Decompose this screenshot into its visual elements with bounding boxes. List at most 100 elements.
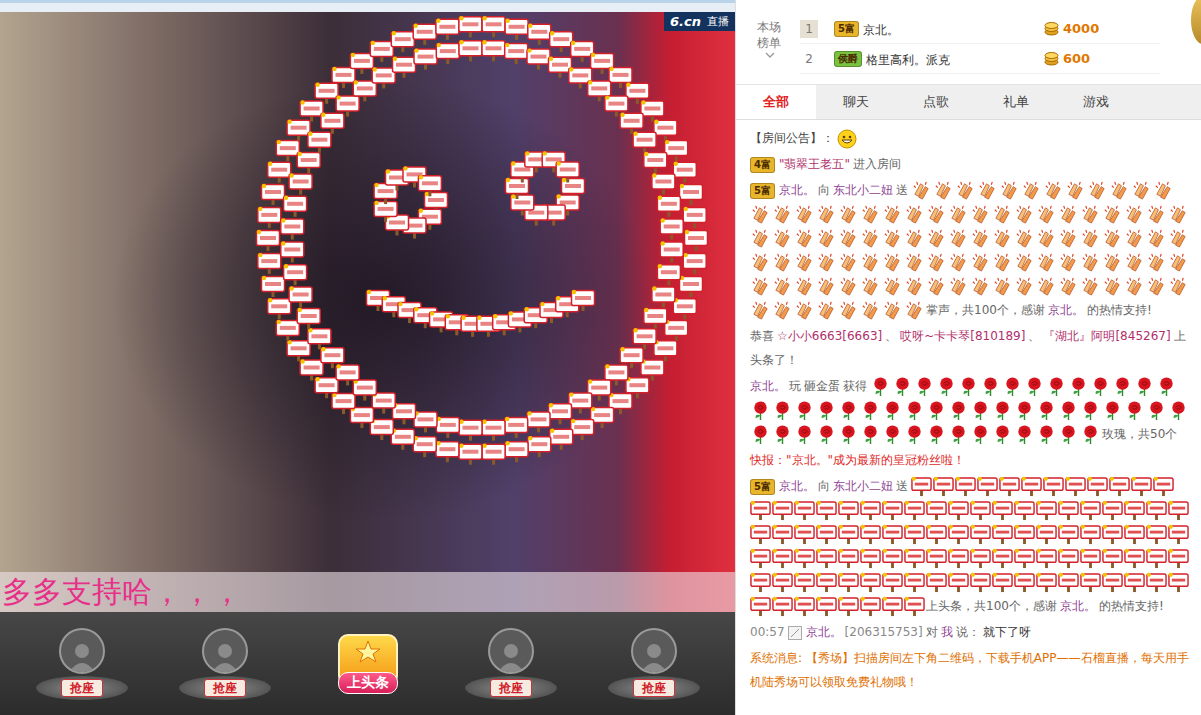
seat[interactable]: 抢座 [606,628,702,700]
headline-gift-icon [970,500,991,521]
message-text: 砸金蛋 [804,379,840,393]
clap-gift-icon [948,204,969,225]
headline-gift-icon [1102,524,1123,545]
rose-gift-icon [926,424,947,445]
user-name[interactable]: 哎呀~卡卡琴[810189] [900,329,1025,343]
rose-gift-icon [1024,376,1045,397]
headline-gift-icon [948,548,969,569]
headline-gift-icon [1109,476,1130,497]
headline-smiley-icon [0,12,735,612]
clap-gift-icon [1146,252,1167,273]
headline-gift-icon [860,596,881,617]
user-name[interactable]: 京北。 [779,183,815,197]
user-name[interactable]: 京北。 [779,479,815,493]
headline-gift-icon [1124,572,1145,593]
message-text: 玫瑰，共50个 [1102,427,1177,441]
clap-gift-icon [882,204,903,225]
rank-amount: 4000 [1044,21,1160,36]
tab[interactable]: 全部 [736,85,816,119]
user-name[interactable]: 京北。 [1060,599,1096,613]
message-text: 快报："京北。"成为最新的皇冠粉丝啦！ [750,453,965,467]
message-text: 送 [896,479,908,493]
user-name[interactable]: "翡翠王老五" [779,157,850,171]
seat[interactable]: 抢座 [463,628,559,700]
clap-gift-icon [1168,252,1189,273]
clap-gift-icon [992,252,1013,273]
tab[interactable]: 聊天 [816,85,896,119]
clap-gift-icon [1131,180,1152,201]
clap-gift-icon [1168,276,1189,297]
rose-gift-icon [904,400,925,421]
chat-message: 京北。玩砸金蛋获得玫瑰，共50个 [750,374,1193,446]
clap-gift-icon [1058,252,1079,273]
clap-gift-icon [1014,204,1035,225]
clap-gift-icon [904,252,925,273]
user-name[interactable]: 京北。 [806,625,842,639]
headline-gift-icon [926,548,947,569]
clap-gift-icon [1102,204,1123,225]
rank-user[interactable]: 5富京北。 [834,19,1044,39]
message-text: 恭喜 [750,329,774,343]
clap-gift-icon [816,252,837,273]
seat[interactable]: 抢座 [34,628,130,700]
chat-message: 【房间公告】： [750,126,1193,150]
user-name[interactable]: 京北。 [750,379,786,393]
user-name[interactable]: ☆小小6663[6663] [777,329,882,343]
headline-gift-icon [1102,500,1123,521]
clap-gift-icon [1146,228,1167,249]
clap-gift-icon [750,204,771,225]
seat-avatar [59,628,105,674]
user-name[interactable]: 『湖北』阿明[845267] [1043,329,1170,343]
rank-user[interactable]: 侯爵格里高利。派克 [834,49,1044,69]
message-list: 【房间公告】：4富"翡翠王老五"进入房间5富京北。向东北小二妞送掌声，共100个… [736,120,1201,715]
headline-gift-icon [926,572,947,593]
clap-gift-icon [948,252,969,273]
rose-gift-icon [772,400,793,421]
level-badge: 5富 [750,183,775,199]
user-name[interactable]: 我 [941,625,953,639]
rose-gift-icon [1046,376,1067,397]
user-avatar[interactable] [1189,0,1201,46]
rose-gift-icon [926,400,947,421]
clap-gift-icon [1058,276,1079,297]
headline-gift-icon [772,548,793,569]
rose-gift-icon [914,376,935,397]
rose-gift-icon [838,400,859,421]
headline-gift-icon [904,548,925,569]
chevron-down-icon [765,51,775,59]
rose-gift-icon [970,424,991,445]
headline-gift-icon [860,500,881,521]
seat-avatar [202,628,248,674]
user-name[interactable]: 京北。 [1048,303,1084,317]
headline-gift-icon [816,572,837,593]
clap-gift-icon [860,228,881,249]
headline-gift-icon [816,596,837,617]
clap-gift-icon [794,228,815,249]
rose-gift-icon [1002,376,1023,397]
ranking-title[interactable]: 本场榜单 [752,14,788,78]
tab[interactable]: 点歌 [896,85,976,119]
headline-seat[interactable]: 上头条 [320,634,416,694]
message-text: 进入房间 [853,157,901,171]
headline-gift-icon [1168,548,1189,569]
seat[interactable]: 抢座 [177,628,273,700]
user-name[interactable]: 东北小二妞 [833,479,893,493]
clap-gift-icon [1080,276,1101,297]
clap-gift-icon [860,204,881,225]
headline-gift-icon [955,476,976,497]
headline-gift-icon [794,572,815,593]
clap-gift-icon [1168,204,1189,225]
headline-gift-icon [1102,572,1123,593]
tab[interactable]: 游戏 [1056,85,1136,119]
clap-gift-icon [772,228,793,249]
rose-gift-icon [1102,400,1123,421]
tab[interactable]: 礼单 [976,85,1056,119]
headline-gift-icon [977,476,998,497]
rose-gift-icon [980,376,1001,397]
clap-gift-icon [750,252,771,273]
rose-gift-icon [1014,400,1035,421]
user-name[interactable]: 东北小二妞 [833,183,893,197]
seat-pedestal: 抢座 [608,676,700,700]
headline-gift-icon [948,572,969,593]
headline-gift-icon [882,572,903,593]
